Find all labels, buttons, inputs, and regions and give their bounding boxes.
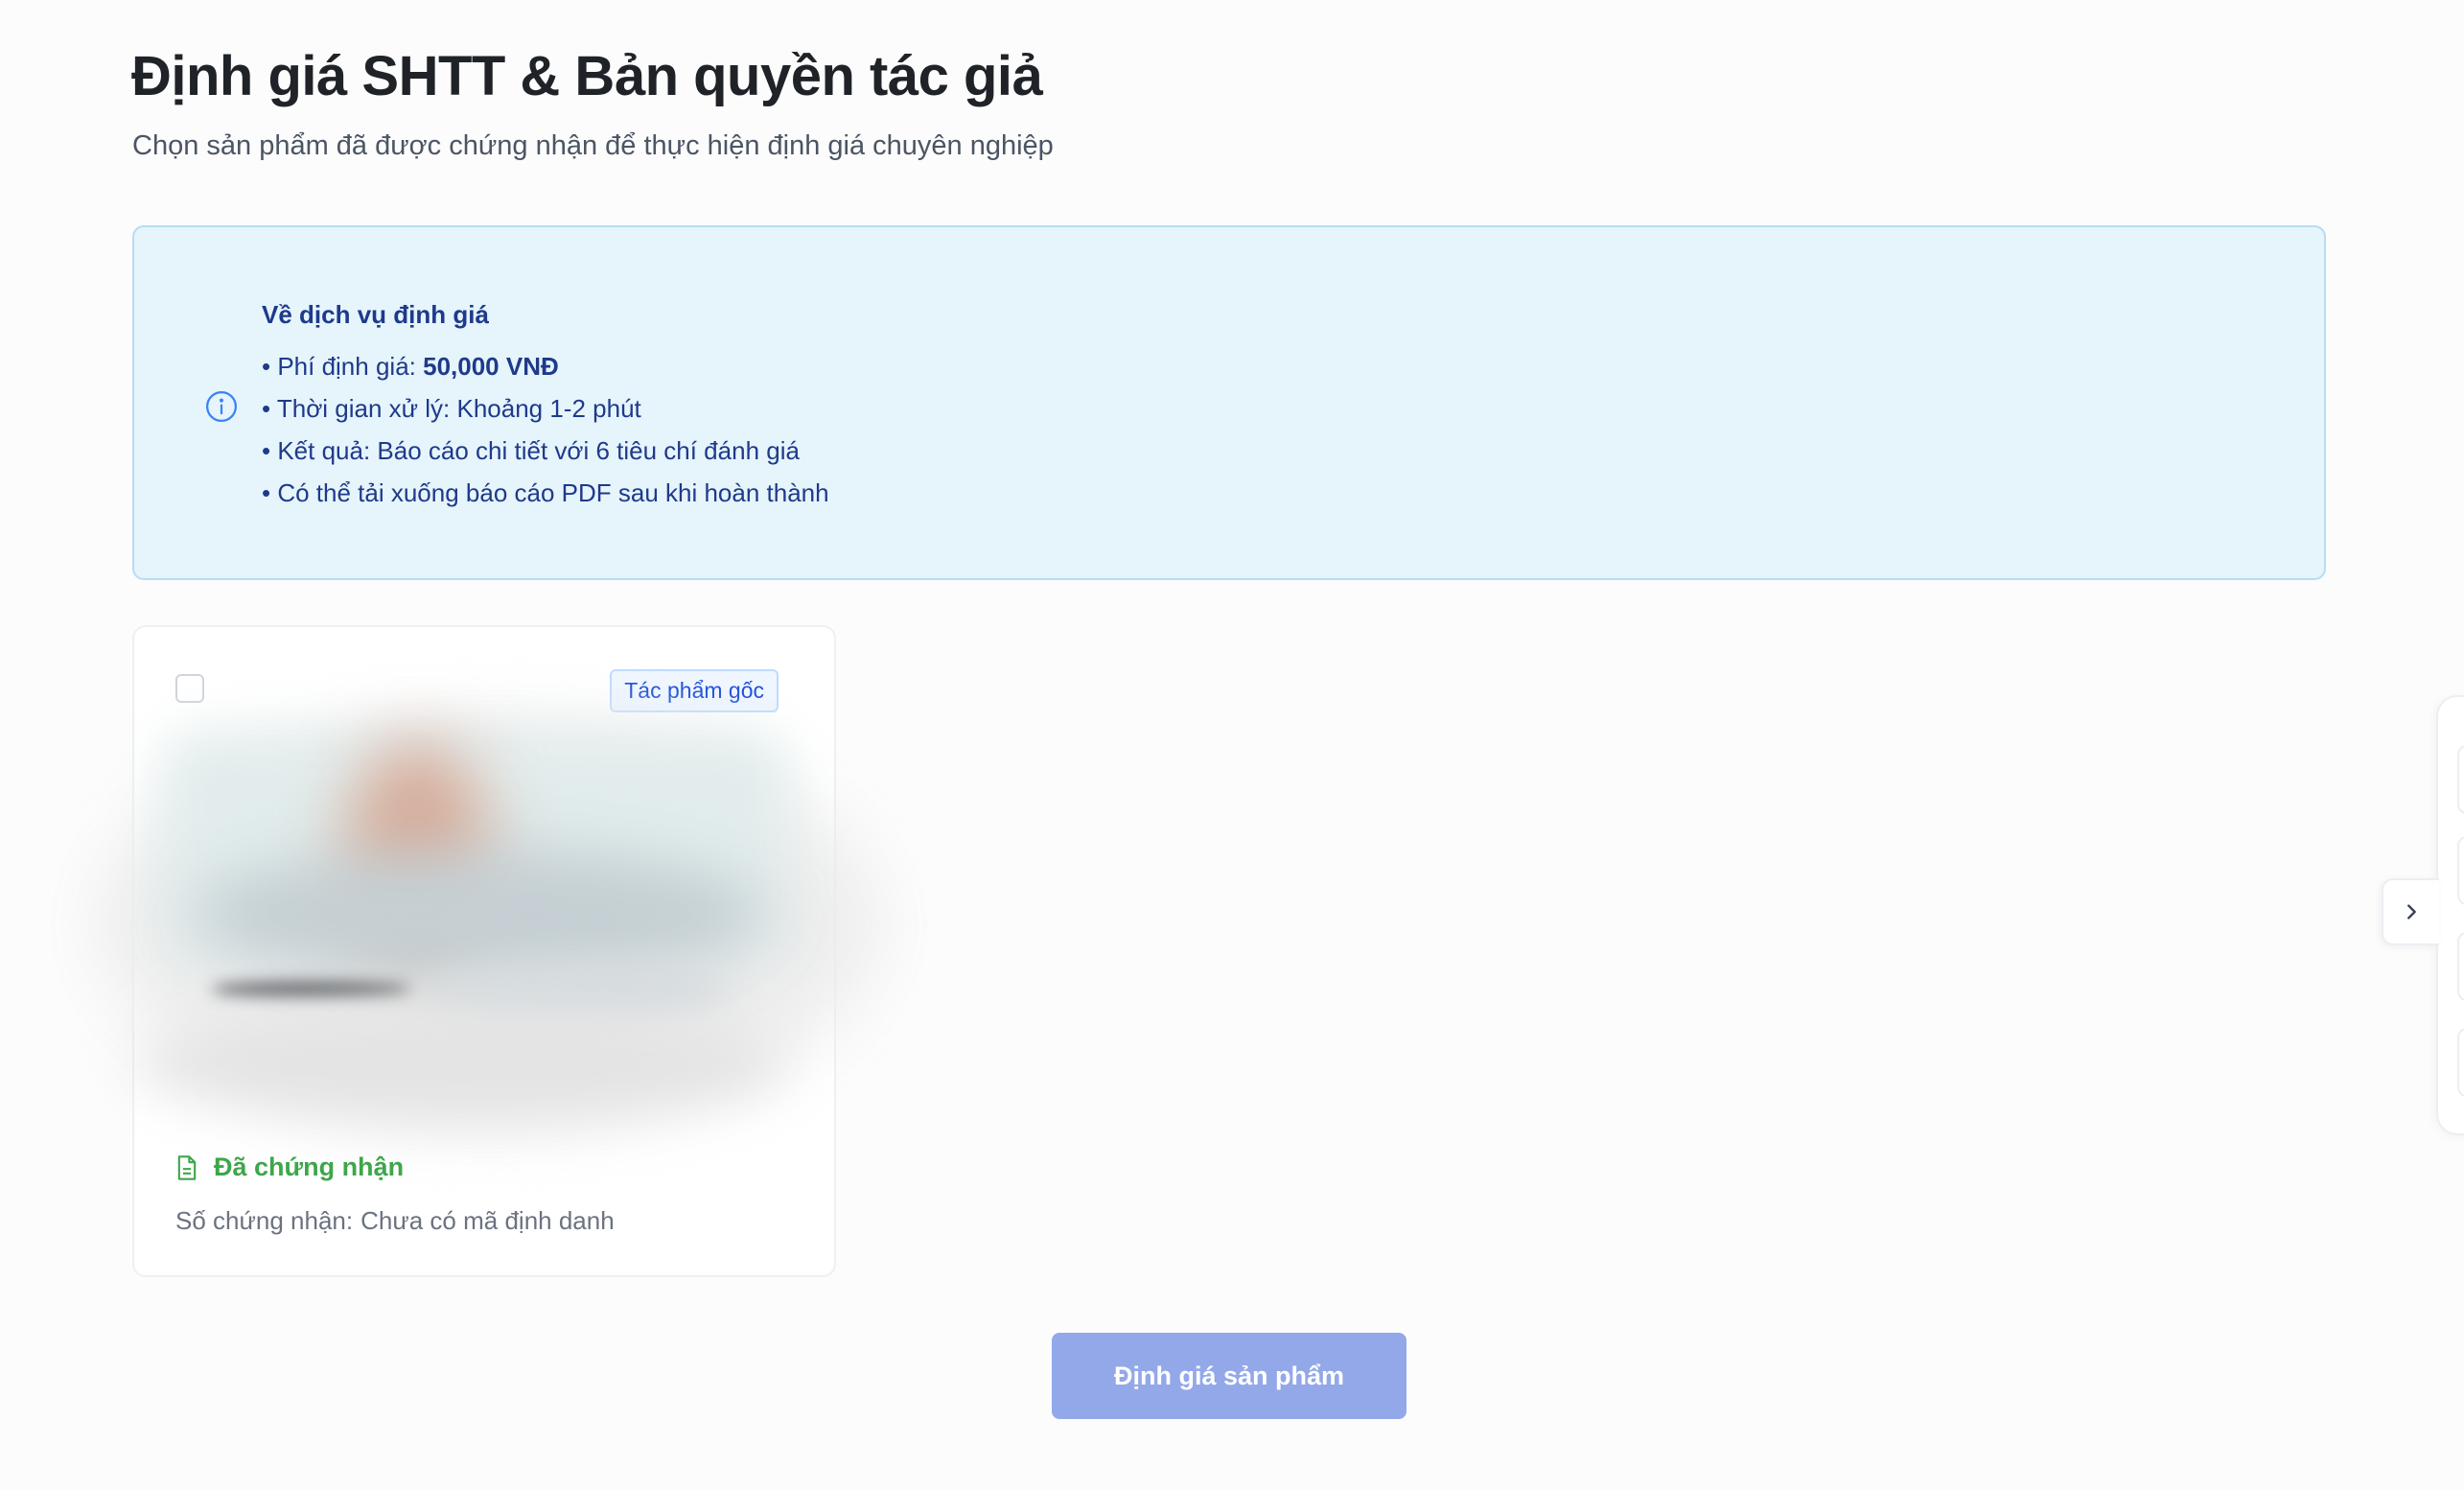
info-item: • Có thể tải xuống báo cáo PDF sau khi h… bbox=[262, 478, 829, 507]
side-panel-slot[interactable] bbox=[2457, 745, 2464, 814]
certificate-number-value: Chưa có mã định danh bbox=[360, 1206, 615, 1235]
certificate-number-label: Số chứng nhận: bbox=[175, 1206, 354, 1235]
fee-label: • Phí định giá: bbox=[262, 352, 416, 381]
chevron-right-icon bbox=[2407, 904, 2416, 920]
product-card[interactable]: Tác phẩm gốc Đã chứng nhận Số chứng nhận… bbox=[96, 625, 882, 1277]
product-select-checkbox[interactable] bbox=[175, 674, 204, 703]
fee-value: 50,000 VNĐ bbox=[423, 352, 559, 381]
page: Định giá SHTT & Bản quyền tác giả Chọn s… bbox=[0, 0, 2464, 1490]
product-type-badge: Tác phẩm gốc bbox=[610, 669, 779, 712]
page-subtitle: Chọn sản phẩm đã được chứng nhận để thực… bbox=[132, 130, 1054, 161]
info-title: Về dịch vụ định giá bbox=[262, 300, 489, 329]
certificate-number: Số chứng nhận: Chưa có mã định danh bbox=[175, 1206, 622, 1236]
info-list: • Phí định giá: 50,000 VNĐ • Thời gian x… bbox=[262, 345, 829, 514]
side-panel-slot[interactable] bbox=[2457, 932, 2464, 1001]
info-item-fee: • Phí định giá: 50,000 VNĐ bbox=[262, 345, 829, 387]
info-item: • Thời gian xử lý: Khoảng 1-2 phút bbox=[262, 394, 641, 423]
valuate-product-button[interactable]: Định giá sản phẩm bbox=[1052, 1333, 1406, 1419]
certification-status: Đã chứng nhận bbox=[175, 1152, 404, 1182]
product-thumbnail bbox=[77, 723, 901, 1126]
service-info-box: Về dịch vụ định giá • Phí định giá: 50,0… bbox=[132, 225, 2326, 580]
page-title: Định giá SHTT & Bản quyền tác giả bbox=[131, 45, 1043, 107]
info-circle-icon bbox=[205, 390, 238, 423]
side-panel bbox=[2436, 695, 2464, 1135]
side-panel-slot[interactable] bbox=[2457, 836, 2464, 905]
document-icon bbox=[177, 1154, 197, 1180]
side-panel-slot[interactable] bbox=[2457, 1028, 2464, 1097]
info-item: • Kết quả: Báo cáo chi tiết với 6 tiêu c… bbox=[262, 436, 800, 465]
side-panel-toggle-button[interactable] bbox=[2382, 878, 2439, 945]
certification-status-label: Đã chứng nhận bbox=[214, 1152, 405, 1181]
info-content: Về dịch vụ định giá • Phí định giá: 50,0… bbox=[262, 300, 829, 514]
